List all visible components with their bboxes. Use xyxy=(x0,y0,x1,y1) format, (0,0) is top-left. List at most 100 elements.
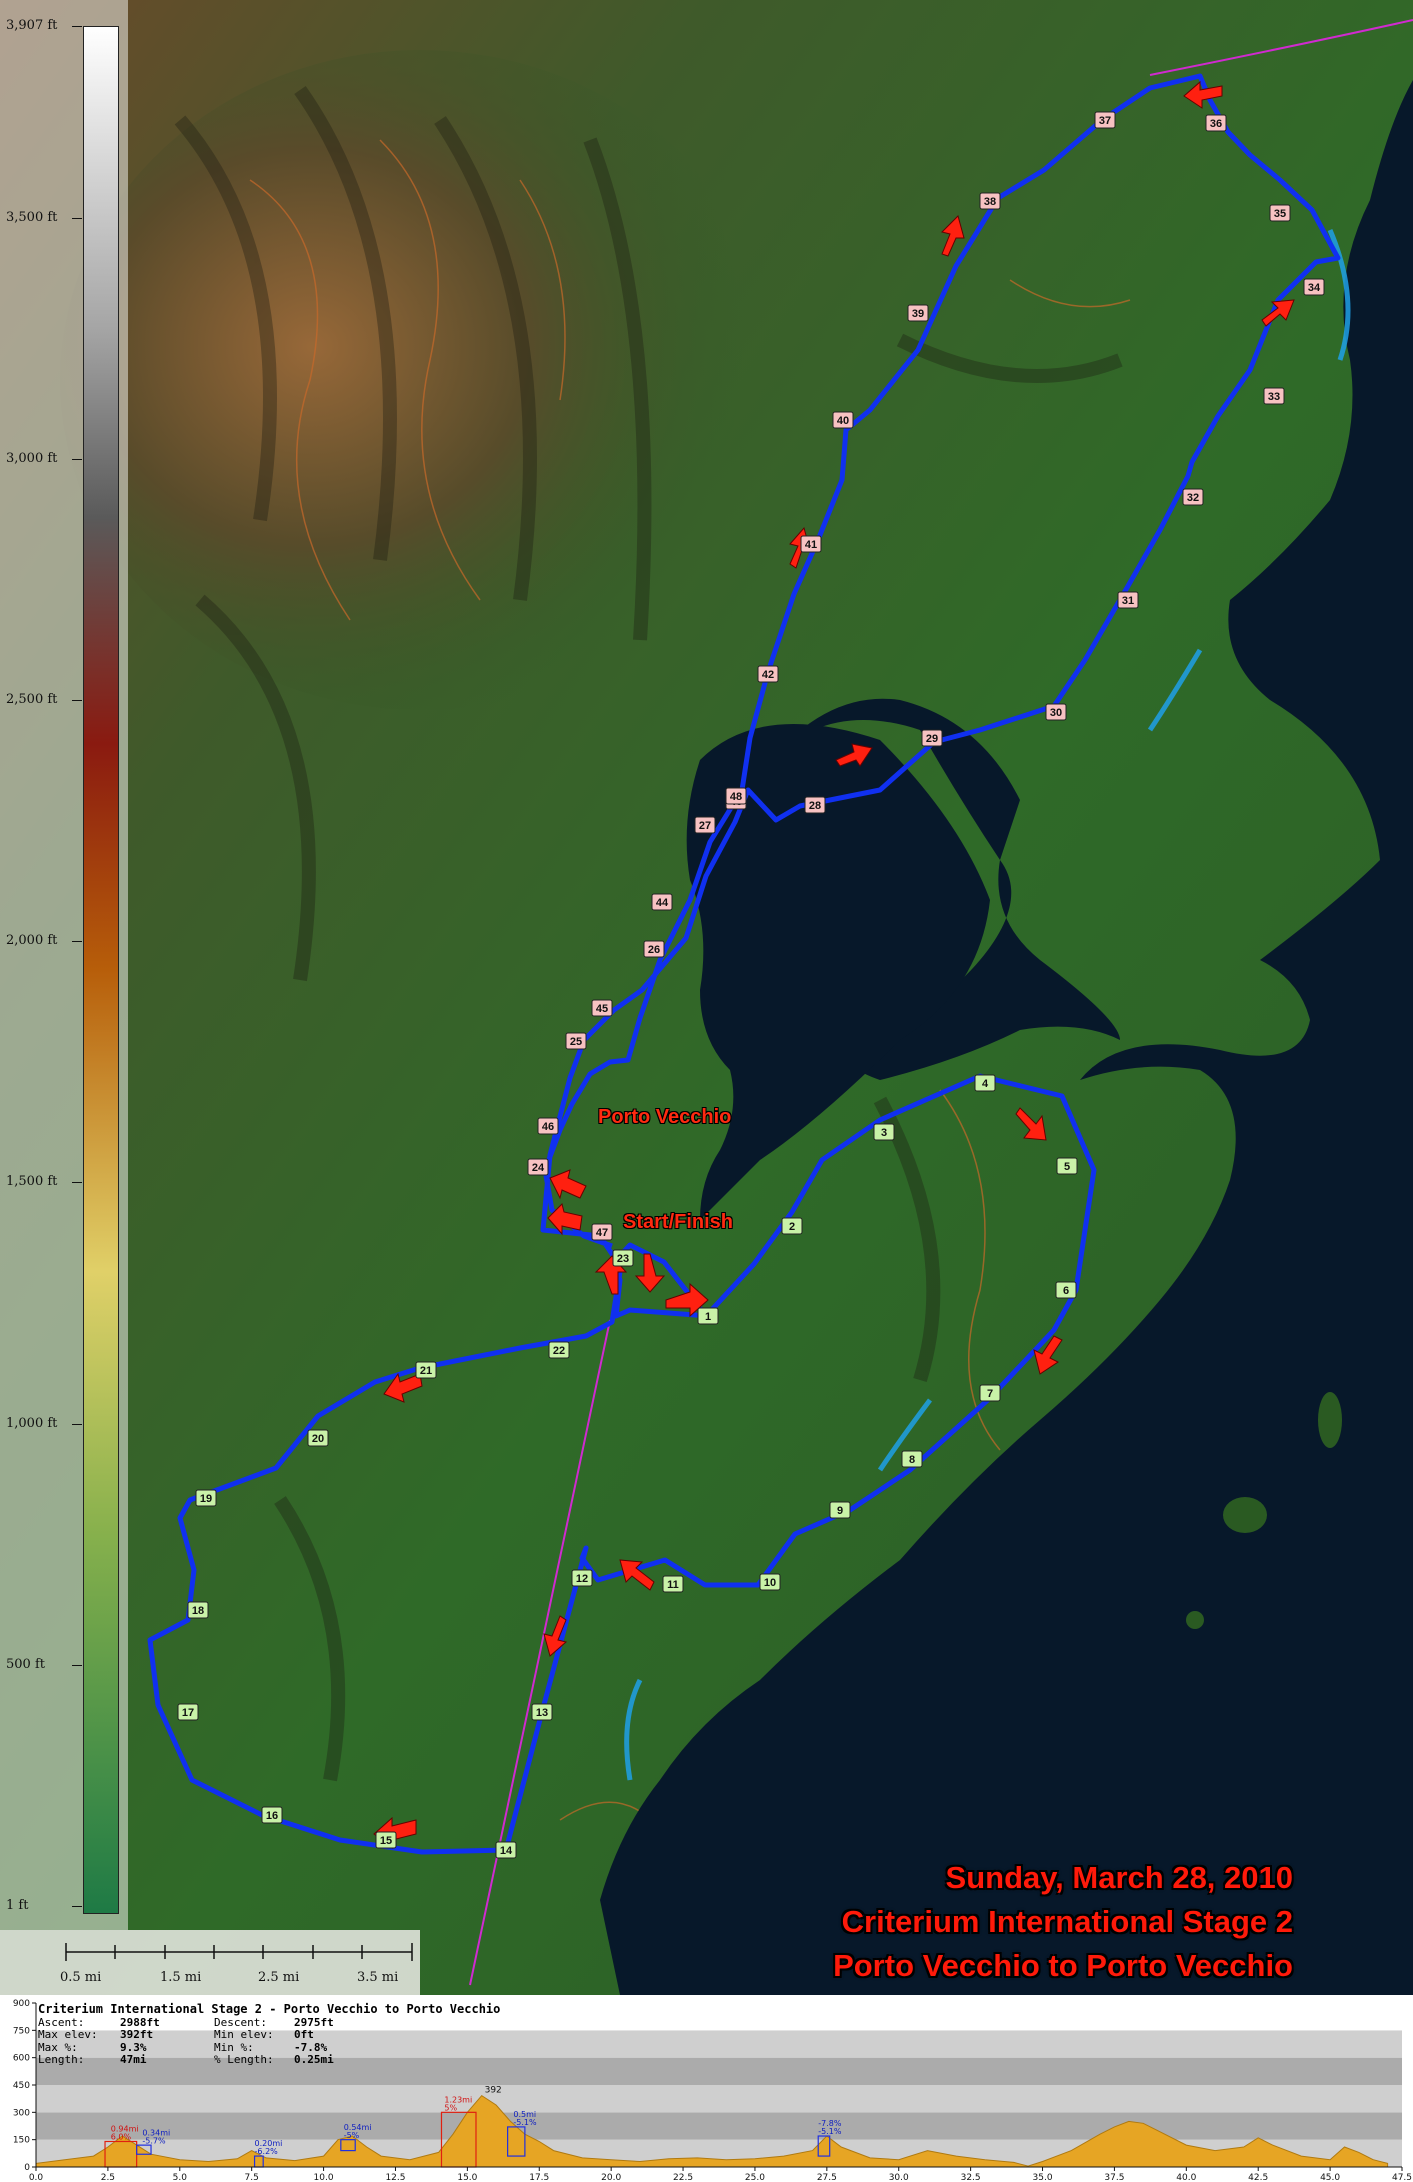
route-marker: 7 xyxy=(979,1384,1001,1402)
route-marker: 35 xyxy=(1269,204,1291,222)
route-marker-label: 1 xyxy=(705,1311,711,1323)
route-marker-label: 20 xyxy=(312,1433,324,1445)
route-marker-label: 19 xyxy=(200,1493,212,1505)
x-tick-label: 25.0 xyxy=(745,2173,765,2182)
y-tick-label: 300 xyxy=(13,2108,30,2118)
route-marker-label: 24 xyxy=(532,1162,545,1174)
start-finish-label: Start/Finish xyxy=(623,1211,734,1233)
elevation-tick-label: 3,000 ft xyxy=(6,451,58,466)
route-marker: 27 xyxy=(694,816,716,834)
route-marker-label: 8 xyxy=(909,1454,915,1466)
town-label: Porto Vecchio xyxy=(598,1106,732,1128)
route-marker-label: 41 xyxy=(805,539,817,551)
route-marker-label: 9 xyxy=(837,1505,843,1517)
stat-key: Min elev: xyxy=(214,2028,274,2042)
elevation-tick-mark xyxy=(72,1906,82,1907)
route-marker: 42 xyxy=(757,665,779,683)
y-tick-label: 750 xyxy=(13,2026,30,2036)
route-marker-label: 10 xyxy=(764,1577,776,1589)
route-marker: 1 xyxy=(697,1307,719,1325)
route-marker: 41 xyxy=(800,535,822,553)
route-marker-label: 13 xyxy=(536,1707,548,1719)
elevation-tick-mark xyxy=(72,1665,82,1666)
stage-title: Sunday, March 28, 2010 Criterium Interna… xyxy=(833,1856,1293,1988)
profile-stats: Criterium International Stage 2 - Porto … xyxy=(38,2003,500,2067)
route-marker-label: 18 xyxy=(192,1605,204,1617)
x-tick-label: 45.0 xyxy=(1320,2173,1340,2182)
route-marker: 8 xyxy=(901,1450,923,1468)
stats-row: Max elev: 392ft Min elev: 0ft xyxy=(38,2029,500,2042)
route-marker: 16 xyxy=(261,1806,283,1824)
route-marker: 20 xyxy=(307,1429,329,1447)
elevation-tick-label: 500 ft xyxy=(6,1657,45,1672)
route-marker: 44 xyxy=(651,893,673,911)
route-marker: 10 xyxy=(759,1573,781,1591)
profile-band xyxy=(36,2085,1402,2113)
scale-ruler xyxy=(65,1943,413,1961)
y-tick-label: 0 xyxy=(24,2163,30,2173)
route-marker: 33 xyxy=(1263,387,1285,405)
route-marker-label: 40 xyxy=(837,415,849,427)
route-marker-label: 5 xyxy=(1064,1161,1070,1173)
stat-key: Max elev: xyxy=(38,2028,98,2042)
route-marker: 30 xyxy=(1045,703,1067,721)
x-tick-label: 47.5 xyxy=(1392,2173,1412,2182)
route-marker-label: 29 xyxy=(926,733,938,745)
route-marker: 2 xyxy=(781,1217,803,1235)
elevation-color-bar xyxy=(83,26,119,1914)
route-marker: 24 xyxy=(527,1158,549,1176)
climb-grade-label: -5.1% xyxy=(818,2127,842,2136)
route-marker-label: 16 xyxy=(266,1810,278,1822)
elevation-tick-label: 3,500 ft xyxy=(6,210,58,225)
y-tick-label: 150 xyxy=(13,2136,30,2146)
route-marker: 12 xyxy=(571,1569,593,1587)
route-marker: 25 xyxy=(565,1032,587,1050)
stats-row: Length: 47mi % Length: 0.25mi xyxy=(38,2054,500,2067)
x-tick-label: 35.0 xyxy=(1033,2173,1053,2182)
scale-label: 0.5 mi xyxy=(60,1970,102,1985)
elevation-tick-label: 2,000 ft xyxy=(6,933,58,948)
route-marker-label: 22 xyxy=(553,1345,565,1357)
route-marker: 26 xyxy=(643,940,665,958)
x-tick-label: 7.5 xyxy=(245,2173,259,2182)
route-marker: 3 xyxy=(873,1123,895,1141)
route-marker: 40 xyxy=(832,411,854,429)
climb-grade-label: -5% xyxy=(344,2131,360,2140)
route-marker: 18 xyxy=(187,1601,209,1619)
route-marker-label: 3 xyxy=(881,1127,887,1139)
route-marker-label: 46 xyxy=(542,1121,554,1133)
title-route: Porto Vecchio to Porto Vecchio xyxy=(833,1948,1293,1983)
route-marker: 17 xyxy=(177,1703,199,1721)
route-marker: 34 xyxy=(1303,278,1325,296)
route-marker: 31 xyxy=(1117,591,1139,609)
x-tick-label: 40.0 xyxy=(1176,2173,1196,2182)
y-tick-label: 600 xyxy=(13,2054,30,2064)
route-marker-label: 30 xyxy=(1050,707,1062,719)
route-marker-label: 25 xyxy=(570,1036,582,1048)
satellite-map: 1234567891011121314151617181920212223242… xyxy=(0,0,1413,1995)
route-marker: 22 xyxy=(548,1341,570,1359)
route-marker-label: 6 xyxy=(1063,1285,1069,1297)
scale-label: 3.5 mi xyxy=(357,1970,399,1985)
x-tick-label: 30.0 xyxy=(889,2173,909,2182)
max-elevation-label: 392 xyxy=(485,2086,502,2096)
x-tick-label: 12.5 xyxy=(385,2173,405,2182)
route-marker-label: 44 xyxy=(656,897,669,909)
x-tick-label: 15.0 xyxy=(457,2173,477,2182)
elevation-tick-mark xyxy=(72,1424,82,1425)
elevation-tick-mark xyxy=(72,700,82,701)
route-marker-label: 38 xyxy=(984,196,996,208)
route-marker: 48 xyxy=(725,787,747,805)
route-marker: 9 xyxy=(829,1501,851,1519)
x-tick-label: 2.5 xyxy=(101,2173,115,2182)
route-marker: 29 xyxy=(921,729,943,747)
elevation-tick-mark xyxy=(72,459,82,460)
elevation-tick-mark xyxy=(72,941,82,942)
route-marker: 46 xyxy=(537,1117,559,1135)
route-marker-label: 28 xyxy=(809,800,821,812)
elevation-tick-mark xyxy=(72,26,82,27)
scale-label: 1.5 mi xyxy=(160,1970,202,1985)
route-marker: 36 xyxy=(1205,114,1227,132)
stat-value: 0.25mi xyxy=(294,2053,334,2067)
scale-bar: 0.5 mi 1.5 mi 2.5 mi 3.5 mi xyxy=(0,1930,420,1995)
